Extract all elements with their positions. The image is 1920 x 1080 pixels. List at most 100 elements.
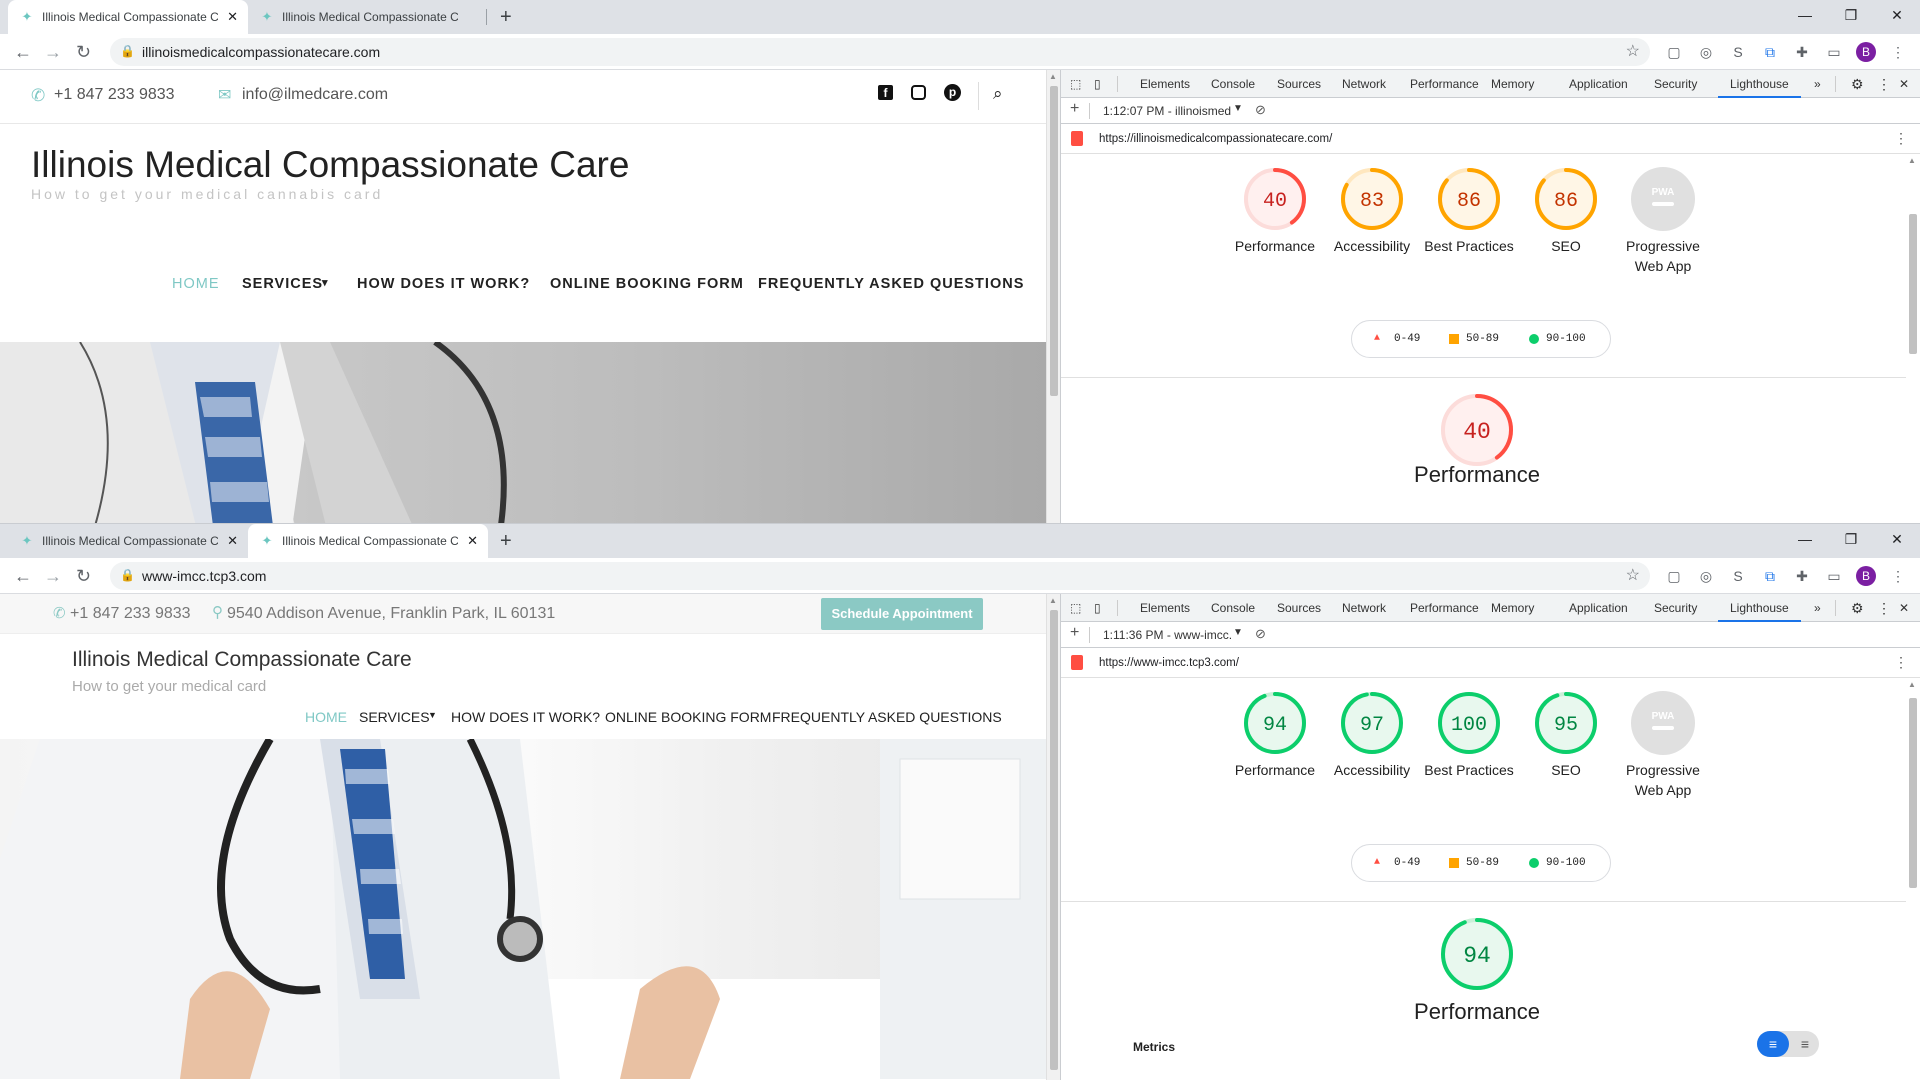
instagram-icon[interactable] <box>911 85 926 100</box>
gauge-seo[interactable]: 95 SEO <box>1520 690 1612 780</box>
devtools-tab-performance[interactable]: Performance <box>1410 70 1479 98</box>
address-bar[interactable]: 🔒 illinoismedicalcompassionatecare.com ☆ <box>110 38 1650 66</box>
maximize-icon[interactable]: ❐ <box>1828 0 1874 34</box>
devtools-tab-memory[interactable]: Memory <box>1491 70 1534 98</box>
page-scrollbar[interactable]: ▲ <box>1046 70 1060 523</box>
devtools-tab-network[interactable]: Network <box>1342 594 1386 622</box>
devtools-tab-performance[interactable]: Performance <box>1410 594 1479 622</box>
clear-icon[interactable]: ⊘ <box>1255 102 1266 118</box>
puzzle-icon[interactable]: ✚ <box>1786 568 1818 585</box>
report-select[interactable]: 1:12:07 PM - illinoismedicalcor <box>1103 104 1231 118</box>
gauge-best-practices[interactable]: 86 Best Practices <box>1423 166 1515 256</box>
device-toggle-icon[interactable]: ▯ <box>1094 594 1101 622</box>
scroll-up-icon[interactable]: ▲ <box>1908 156 1916 165</box>
nav-home[interactable]: HOME <box>305 709 347 725</box>
new-tab-icon[interactable]: + <box>500 0 512 34</box>
scrollbar-thumb[interactable] <box>1050 86 1058 396</box>
phone-text[interactable]: +1 847 233 9833 <box>54 86 175 104</box>
devtools-tab-sources[interactable]: Sources <box>1277 594 1321 622</box>
devtools-tab-lighthouse[interactable]: Lighthouse <box>1718 70 1801 98</box>
menu-kebab-icon[interactable]: ⋮ <box>1882 568 1914 585</box>
scroll-up-icon[interactable]: ▲ <box>1049 596 1057 605</box>
devtools-tab-application[interactable]: Application <box>1569 70 1628 98</box>
gauge-performance[interactable]: 40 Performance <box>1229 166 1321 256</box>
extension-icon[interactable]: ▢ <box>1658 44 1690 61</box>
reload-icon[interactable]: ↻ <box>76 558 91 594</box>
scrollbar-thumb[interactable] <box>1909 214 1917 354</box>
report-select[interactable]: 1:11:36 PM - www-imcc.tcp3.c <box>1103 628 1231 642</box>
avatar[interactable]: B <box>1856 566 1876 586</box>
gauge-performance[interactable]: 94 Performance <box>1229 690 1321 780</box>
kebab-icon[interactable]: ⋮ <box>1877 594 1891 622</box>
devtools-tab-lighthouse[interactable]: Lighthouse <box>1718 594 1801 622</box>
email-text[interactable]: info@ilmedcare.com <box>242 86 388 104</box>
cast-icon[interactable]: ▭ <box>1818 44 1850 61</box>
gauge-accessibility[interactable]: 97 Accessibility <box>1326 690 1418 780</box>
scrollbar-thumb[interactable] <box>1050 610 1058 1070</box>
maximize-icon[interactable]: ❐ <box>1828 524 1874 558</box>
back-icon[interactable]: ← <box>14 34 32 70</box>
bookmark-star-icon[interactable]: ☆ <box>1626 38 1640 66</box>
extension-icon[interactable]: ◎ <box>1690 568 1722 585</box>
gauge-seo[interactable]: 86 SEO <box>1520 166 1612 256</box>
avatar[interactable]: B <box>1856 42 1876 62</box>
pinterest-icon[interactable]: p <box>944 84 961 101</box>
site-title[interactable]: Illinois Medical Compassionate Care <box>72 648 412 672</box>
plus-icon[interactable]: + <box>1070 100 1079 118</box>
gauge-best-practices[interactable]: 100 Best Practices <box>1423 690 1515 780</box>
close-tab-icon[interactable]: ✕ <box>467 524 478 558</box>
plus-icon[interactable]: + <box>1070 624 1079 642</box>
close-tab-icon[interactable]: ✕ <box>227 524 238 558</box>
extension-icon[interactable]: ⧉ <box>1754 568 1786 585</box>
report-url[interactable]: https://illinoismedicalcompassionatecare… <box>1099 133 1332 145</box>
compact-view-icon[interactable]: ≡ <box>1757 1031 1789 1057</box>
minimize-icon[interactable]: — <box>1782 0 1828 34</box>
devtools-tab-console[interactable]: Console <box>1211 594 1255 622</box>
extension-icon[interactable]: ◎ <box>1690 44 1722 61</box>
forward-icon[interactable]: → <box>44 558 62 594</box>
browser-tab[interactable]: ✦ Illinois Medical Compassionate C ✕ <box>248 524 488 558</box>
search-icon[interactable]: ⌕ <box>993 84 1003 104</box>
nav-services[interactable]: SERVICES <box>359 709 430 725</box>
scroll-up-icon[interactable]: ▲ <box>1908 680 1916 689</box>
cast-icon[interactable]: ▭ <box>1818 568 1850 585</box>
scroll-up-icon[interactable]: ▲ <box>1049 72 1057 81</box>
report-menu-icon[interactable]: ⋮ <box>1894 130 1908 147</box>
metrics-view-toggle[interactable]: ≡ ≡ <box>1757 1031 1819 1057</box>
nav-faq[interactable]: FREQUENTLY ASKED QUESTIONS <box>772 709 1002 725</box>
new-tab-icon[interactable]: + <box>500 524 512 558</box>
facebook-icon[interactable]: f <box>878 85 893 100</box>
devtools-scrollbar[interactable]: ▲ <box>1906 154 1920 523</box>
inspect-icon[interactable]: ⬚ <box>1070 594 1081 622</box>
address-bar[interactable]: 🔒 www-imcc.tcp3.com ☆ <box>110 562 1650 590</box>
gauge-pwa[interactable]: PWA Progressive Web App <box>1617 166 1709 276</box>
devtools-tab-security[interactable]: Security <box>1654 594 1697 622</box>
devtools-tab-security[interactable]: Security <box>1654 70 1697 98</box>
extension-icon[interactable]: ⧉ <box>1754 44 1786 61</box>
gauge-pwa[interactable]: PWA Progressive Web App <box>1617 690 1709 800</box>
clear-icon[interactable]: ⊘ <box>1255 626 1266 642</box>
gear-icon[interactable]: ⚙ <box>1851 594 1864 622</box>
gauge-accessibility[interactable]: 83 Accessibility <box>1326 166 1418 256</box>
more-tabs-icon[interactable]: » <box>1814 594 1821 622</box>
page-scrollbar[interactable]: ▲ <box>1046 594 1060 1080</box>
devtools-tab-sources[interactable]: Sources <box>1277 70 1321 98</box>
inspect-icon[interactable]: ⬚ <box>1070 70 1081 98</box>
devtools-tab-elements[interactable]: Elements <box>1140 70 1190 98</box>
extension-icon[interactable]: S <box>1722 44 1754 60</box>
devtools-tab-network[interactable]: Network <box>1342 70 1386 98</box>
device-toggle-icon[interactable]: ▯ <box>1094 70 1101 98</box>
devtools-tab-application[interactable]: Application <box>1569 594 1628 622</box>
browser-tab[interactable]: ✦ Illinois Medical Compassionate C <box>248 0 484 34</box>
nav-booking-form[interactable]: ONLINE BOOKING FORM <box>605 709 771 725</box>
nav-faq[interactable]: FREQUENTLY ASKED QUESTIONS <box>758 276 1024 292</box>
scrollbar-thumb[interactable] <box>1909 698 1917 888</box>
phone-text[interactable]: +1 847 233 9833 <box>70 605 191 623</box>
site-title[interactable]: Illinois Medical Compassionate Care <box>31 144 629 186</box>
minimize-icon[interactable]: — <box>1782 524 1828 558</box>
more-tabs-icon[interactable]: » <box>1814 70 1821 98</box>
nav-how-it-works[interactable]: HOW DOES IT WORK? <box>357 276 530 292</box>
gear-icon[interactable]: ⚙ <box>1851 70 1864 98</box>
devtools-scrollbar[interactable]: ▲ <box>1906 678 1920 1080</box>
extension-icon[interactable]: S <box>1722 568 1754 584</box>
